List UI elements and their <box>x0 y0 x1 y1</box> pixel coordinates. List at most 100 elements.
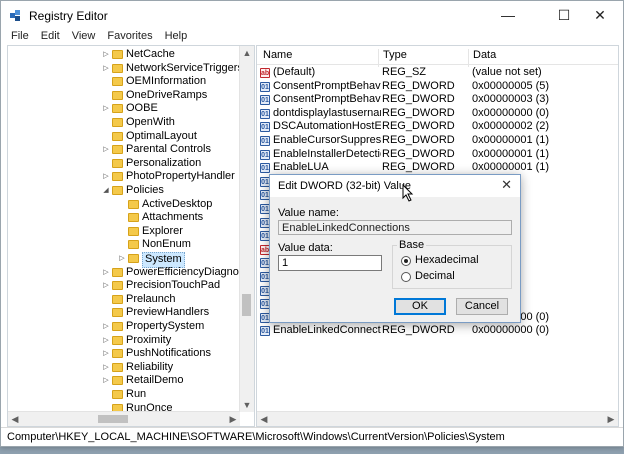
menu-file[interactable]: File <box>5 29 35 45</box>
dialog-close-button[interactable]: ✕ <box>501 177 512 193</box>
tree-item[interactable]: PreviewHandlers <box>8 306 240 320</box>
tree-item[interactable]: ▷ Parental Controls <box>8 143 240 157</box>
folder-icon <box>112 50 123 59</box>
expand-toggle-icon[interactable]: ▷ <box>102 361 110 375</box>
tree-item[interactable]: ▷ System <box>8 252 240 268</box>
tree-item[interactable]: Explorer <box>8 225 240 239</box>
tree-item-label: OEMInformation <box>126 75 207 88</box>
tree-item[interactable]: OpenWith <box>8 116 240 130</box>
value-row[interactable]: 01DSCAutomationHostEn...REG_DWORD 0x00000… <box>257 120 618 134</box>
expand-toggle-icon[interactable]: ▷ <box>102 334 110 348</box>
hexadecimal-label[interactable]: Hexadecimal <box>415 254 479 266</box>
value-data: 0x00000001 (1) <box>472 147 550 160</box>
close-button[interactable]: ✕ <box>577 1 623 29</box>
value-row[interactable]: 01ConsentPromptBehavio...REG_DWORD 0x0000… <box>257 93 618 107</box>
folder-icon <box>112 118 123 127</box>
tree-item[interactable]: ▷ RetailDemo <box>8 374 240 388</box>
tree-item[interactable]: ▷ PropertySystem <box>8 320 240 334</box>
tree-item[interactable]: ▷ Reliability <box>8 361 240 375</box>
scroll-thumb[interactable] <box>98 415 128 423</box>
value-name: (Default) <box>273 66 316 78</box>
expand-toggle-icon[interactable]: ▷ <box>102 48 110 62</box>
expand-toggle-icon[interactable]: ◢ <box>102 184 110 198</box>
scroll-right-icon[interactable]: ▶ <box>604 412 618 426</box>
tree-vertical-scrollbar[interactable]: ▲ ▼ <box>239 46 254 412</box>
column-divider[interactable] <box>468 49 469 67</box>
value-data: 0x00000000 (0) <box>472 106 550 119</box>
scroll-thumb[interactable] <box>242 294 251 316</box>
value-data-input[interactable]: 1 <box>278 255 382 271</box>
tree-item[interactable]: ▷ Proximity <box>8 334 240 348</box>
cancel-button[interactable]: Cancel <box>456 298 508 315</box>
menu-edit[interactable]: Edit <box>35 29 66 45</box>
tree-item[interactable]: ▷ OOBE <box>8 102 240 116</box>
value-row[interactable]: 01ConsentPromptBehavio...REG_DWORD 0x0000… <box>257 80 618 94</box>
folder-icon <box>112 335 123 345</box>
column-name-header[interactable]: Name <box>263 49 292 61</box>
expand-toggle-icon[interactable]: ▷ <box>102 320 110 334</box>
decimal-label[interactable]: Decimal <box>415 270 455 282</box>
tree-item-label: PreviewHandlers <box>126 306 210 319</box>
tree-item[interactable]: OptimalLayout <box>8 130 240 144</box>
scroll-left-icon[interactable]: ◀ <box>257 412 271 426</box>
column-header: Name Type Data <box>257 46 618 67</box>
value-row[interactable]: 01EnableCursorSuppressionREG_DWORD 0x0000… <box>257 134 618 148</box>
tree-item[interactable]: Personalization <box>8 157 240 171</box>
scroll-up-icon[interactable]: ▲ <box>240 46 254 60</box>
tree-item[interactable]: ▷ NetworkServiceTriggers <box>8 62 243 76</box>
column-divider[interactable] <box>378 49 379 67</box>
scroll-right-icon[interactable]: ▶ <box>226 412 240 426</box>
expand-toggle-icon[interactable]: ▷ <box>102 347 110 361</box>
tree-item[interactable]: ▷ PhotoPropertyHandler <box>8 170 240 184</box>
value-row[interactable]: 01 EnableLUA REG_DWORD 0x00000001 (1) <box>257 161 618 175</box>
tree-item-label: Prelaunch <box>126 292 176 305</box>
ok-button[interactable]: OK <box>394 298 446 315</box>
edit-dword-dialog: Edit DWORD (32-bit) Value ✕ Value name: … <box>269 174 521 323</box>
title-bar[interactable]: Registry Editor — ☐ ✕ <box>1 1 623 29</box>
tree-item[interactable]: ▷ NetCache <box>8 48 240 62</box>
tree-item[interactable]: OEMInformation <box>8 75 240 89</box>
expand-toggle-icon[interactable]: ▷ <box>102 62 110 76</box>
value-data: 0x00000003 (3) <box>472 93 550 106</box>
value-row[interactable]: ab (Default) REG_SZ (value not set) <box>257 66 618 80</box>
hexadecimal-radio[interactable] <box>401 256 411 266</box>
tree-item[interactable]: NonEnum <box>8 238 240 252</box>
scroll-left-icon[interactable]: ◀ <box>8 412 22 426</box>
expand-toggle-icon[interactable]: ▷ <box>102 279 110 293</box>
tree-item-label: Run <box>126 388 147 400</box>
tree-item[interactable]: ▷ PowerEfficiencyDiagnostics <box>8 266 254 280</box>
folder-icon <box>112 77 123 87</box>
value-row[interactable]: 01dontdisplaylastusernameREG_DWORD 0x0000… <box>257 107 618 121</box>
expand-toggle-icon[interactable]: ▷ <box>102 374 110 388</box>
scroll-down-icon[interactable]: ▼ <box>240 398 254 412</box>
tree-item-label: Parental Controls <box>126 143 211 156</box>
values-horizontal-scrollbar[interactable]: ◀ ▶ <box>257 411 618 426</box>
expand-toggle-icon[interactable]: ▷ <box>102 143 110 157</box>
dialog-title-bar[interactable]: Edit DWORD (32-bit) Value ✕ <box>270 175 520 197</box>
expand-toggle-icon[interactable]: ▷ <box>102 266 110 280</box>
expand-toggle-icon[interactable]: ▷ <box>102 170 110 184</box>
tree-item[interactable]: Prelaunch <box>8 293 240 307</box>
decimal-radio[interactable] <box>401 272 411 282</box>
tree-item[interactable]: ▷ PrecisionTouchPad <box>8 279 240 293</box>
tree-horizontal-scrollbar[interactable]: ◀ ▶ <box>8 411 240 426</box>
tree-item[interactable]: ▷ PushNotifications <box>8 347 240 361</box>
tree-item[interactable]: Run <box>8 388 240 402</box>
column-type-header[interactable]: Type <box>383 49 407 61</box>
tree-item[interactable]: Attachments <box>8 211 240 225</box>
value-row[interactable]: 01EnableLinkedConnectio...REG_DWORD 0x000… <box>257 324 618 338</box>
menu-view[interactable]: View <box>66 29 102 45</box>
menu-help[interactable]: Help <box>159 29 194 45</box>
value-row[interactable]: 01 EnableInstallerDetection REG_DWORD 0x000… <box>257 148 618 162</box>
expand-toggle-icon[interactable]: ▷ <box>102 102 110 116</box>
tree-item-label: ActiveDesktop <box>142 197 213 210</box>
expand-toggle-icon[interactable]: ▷ <box>118 252 126 266</box>
folder-icon <box>112 322 123 331</box>
menu-favorites[interactable]: Favorites <box>101 29 158 45</box>
tree-item[interactable]: OneDriveRamps <box>8 89 240 103</box>
tree-item-label: OpenWith <box>126 116 175 128</box>
column-data-header[interactable]: Data <box>473 49 496 61</box>
tree-item[interactable]: ◢ Policies <box>8 184 240 198</box>
tree-item[interactable]: ActiveDesktop <box>8 198 240 212</box>
minimize-button[interactable]: — <box>485 1 531 29</box>
